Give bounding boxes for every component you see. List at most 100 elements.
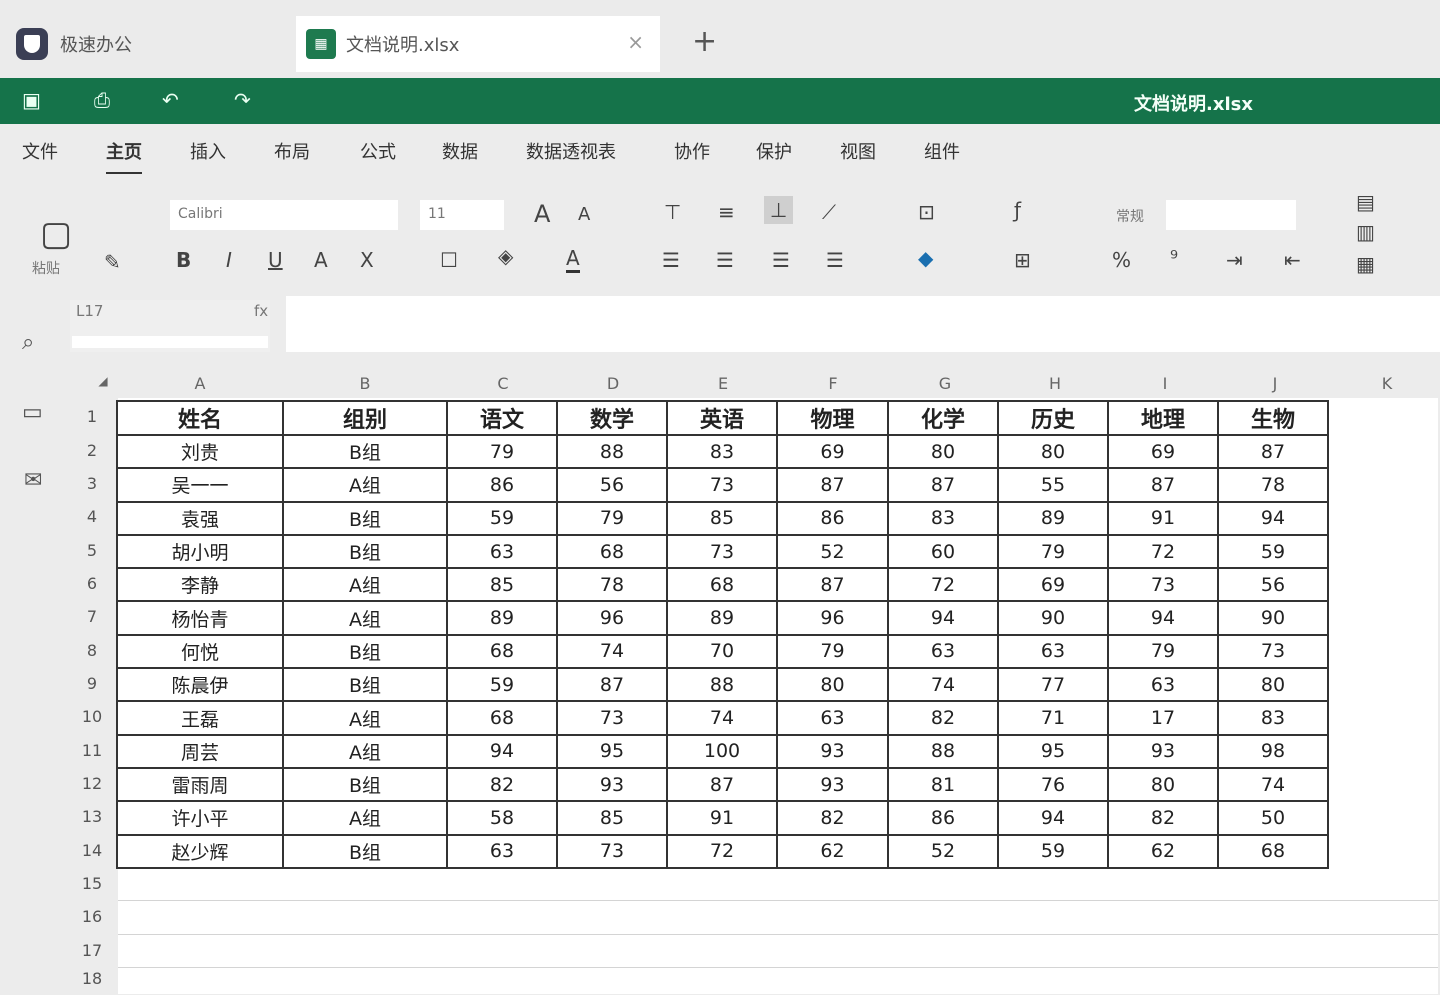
table-cell[interactable]: 87 xyxy=(1107,467,1219,503)
table-cell[interactable]: 87 xyxy=(1217,433,1329,470)
close-tab-icon[interactable]: × xyxy=(627,30,644,54)
table-cell[interactable]: 91 xyxy=(666,800,778,836)
search-icon[interactable]: ⌕ xyxy=(22,330,34,355)
table-cell[interactable]: 59 xyxy=(1217,533,1329,570)
table-cell[interactable]: 88 xyxy=(666,667,778,703)
tab-app-home[interactable]: 极速办公 xyxy=(16,16,286,72)
table-cell[interactable]: 68 xyxy=(556,533,668,570)
undo-icon[interactable]: ↶ xyxy=(162,88,179,112)
table-cell[interactable]: 79 xyxy=(997,533,1109,570)
table-cell[interactable]: 87 xyxy=(556,667,668,703)
table-cell[interactable]: 83 xyxy=(666,433,778,470)
align-top-icon[interactable]: ⊤ xyxy=(664,200,681,224)
table-cell[interactable]: 72 xyxy=(1107,533,1219,570)
table-cell[interactable]: 94 xyxy=(887,600,999,636)
table-cell[interactable]: 87 xyxy=(666,766,778,803)
table-cell[interactable]: 93 xyxy=(556,766,668,803)
wrap-text-icon[interactable]: ⊡ xyxy=(918,200,935,224)
table-cell[interactable]: 90 xyxy=(1217,600,1329,636)
table-cell[interactable]: 93 xyxy=(776,766,889,803)
table-cell[interactable]: 59 xyxy=(446,667,558,703)
table-cell[interactable]: 69 xyxy=(1107,433,1219,470)
table-cell[interactable]: B组 xyxy=(282,833,448,869)
table-cell[interactable]: 72 xyxy=(666,833,778,869)
menu-formula[interactable]: 公式 xyxy=(360,138,396,164)
table-cell[interactable]: 80 xyxy=(887,433,999,470)
table-cell[interactable]: 87 xyxy=(776,567,889,603)
table-cell[interactable]: A组 xyxy=(282,700,448,736)
table-cell[interactable]: 94 xyxy=(997,800,1109,836)
table-cell[interactable]: 78 xyxy=(556,567,668,603)
table-cell[interactable]: 79 xyxy=(1107,633,1219,670)
table-cell[interactable]: 78 xyxy=(1217,467,1329,503)
number-format-select[interactable] xyxy=(1166,200,1296,230)
table-cell[interactable]: 50 xyxy=(1217,800,1329,836)
format-painter-icon[interactable]: ✎ xyxy=(104,250,121,274)
table-cell[interactable]: 86 xyxy=(446,467,558,503)
font-shrink-icon[interactable]: A xyxy=(578,204,590,225)
table-cell[interactable]: 李静 xyxy=(116,567,284,603)
row-header[interactable]: 18 xyxy=(72,962,112,995)
table-cell[interactable]: 63 xyxy=(887,633,999,670)
row-header[interactable]: 16 xyxy=(72,900,112,933)
table-cell[interactable]: 100 xyxy=(666,733,778,769)
name-box[interactable]: L17 fx xyxy=(70,300,270,352)
table-cell[interactable]: 陈晨伊 xyxy=(116,667,284,703)
table-cell[interactable]: 60 xyxy=(887,533,999,570)
table-cell[interactable]: 吴一一 xyxy=(116,467,284,503)
table-cell[interactable]: 赵少辉 xyxy=(116,833,284,869)
table-cell[interactable]: 85 xyxy=(446,567,558,603)
table-cell[interactable]: 96 xyxy=(776,600,889,636)
table-cell[interactable]: 91 xyxy=(1107,500,1219,536)
table-cell[interactable]: 58 xyxy=(446,800,558,836)
table-cell[interactable]: A组 xyxy=(282,800,448,836)
table-cell[interactable]: 73 xyxy=(556,700,668,736)
table-cell[interactable]: 93 xyxy=(1107,733,1219,769)
table-cell[interactable]: 89 xyxy=(446,600,558,636)
row-header[interactable]: 14 xyxy=(72,834,112,867)
table-cell[interactable]: 87 xyxy=(887,467,999,503)
column-header-i[interactable]: I xyxy=(1110,374,1220,396)
table-cell[interactable]: 17 xyxy=(1107,700,1219,736)
table-cell[interactable]: 69 xyxy=(776,433,889,470)
table-cell[interactable]: 74 xyxy=(666,700,778,736)
table-cell[interactable]: 80 xyxy=(776,667,889,703)
table-cell[interactable]: 68 xyxy=(666,567,778,603)
row-header[interactable]: 3 xyxy=(72,467,112,500)
row-header[interactable]: 10 xyxy=(72,700,112,733)
table-cell[interactable]: 许小平 xyxy=(116,800,284,836)
table-cell[interactable]: 93 xyxy=(776,733,889,769)
header-cell[interactable]: 地理 xyxy=(1107,400,1219,436)
save-icon[interactable]: ▣ xyxy=(22,88,41,112)
percent-icon[interactable]: % xyxy=(1112,248,1131,272)
table-cell[interactable]: 刘贵 xyxy=(116,433,284,470)
column-header-e[interactable]: E xyxy=(668,374,778,396)
header-cell[interactable]: 物理 xyxy=(776,400,889,436)
font-size-select[interactable]: 11 xyxy=(420,200,504,230)
text-orientation-icon[interactable]: ⟋ xyxy=(822,200,836,224)
table-cell[interactable]: 68 xyxy=(446,633,558,670)
table-cell[interactable]: 86 xyxy=(887,800,999,836)
header-cell[interactable]: 数学 xyxy=(556,400,668,436)
conditional-format-icon[interactable]: ◆ xyxy=(918,246,933,270)
table-cell[interactable]: 73 xyxy=(1107,567,1219,603)
table-cell[interactable]: 68 xyxy=(1217,833,1329,869)
font-color-icon[interactable]: A xyxy=(566,246,580,273)
table-cell[interactable]: 73 xyxy=(556,833,668,869)
row-header[interactable]: 7 xyxy=(72,600,112,633)
table-cell[interactable]: 96 xyxy=(556,600,668,636)
table-cell[interactable]: 90 xyxy=(997,600,1109,636)
italic-icon[interactable]: I xyxy=(226,248,232,272)
align-left-icon[interactable]: ☰ xyxy=(662,248,680,272)
table-cell[interactable]: 62 xyxy=(776,833,889,869)
column-header-h[interactable]: H xyxy=(1000,374,1110,396)
table-cell[interactable]: 87 xyxy=(776,467,889,503)
table-cell[interactable]: 89 xyxy=(997,500,1109,536)
table-cell[interactable]: 82 xyxy=(887,700,999,736)
table-cell[interactable]: 77 xyxy=(997,667,1109,703)
menu-view[interactable]: 视图 xyxy=(840,138,876,164)
table-cell[interactable]: B组 xyxy=(282,533,448,570)
underline-icon[interactable]: U xyxy=(268,248,283,272)
table-cell[interactable]: 袁强 xyxy=(116,500,284,536)
table-cell[interactable]: 82 xyxy=(776,800,889,836)
